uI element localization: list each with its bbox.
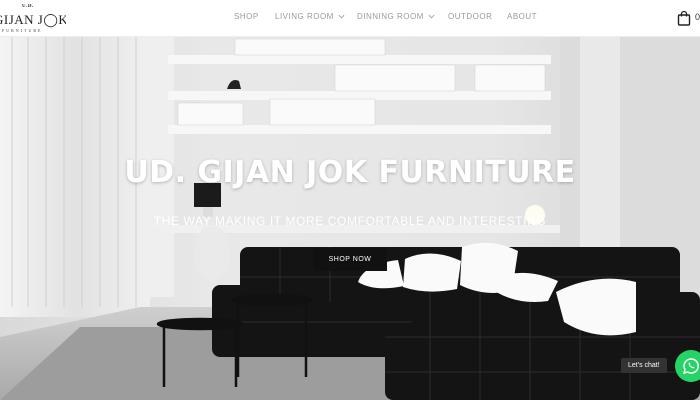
logo-prefix: U.D. [22,4,34,9]
chevron-down-icon [428,14,435,19]
nav-dinning-room[interactable]: DINNING ROOM [357,12,435,21]
chat-label[interactable]: Let's chat! [621,358,667,373]
chevron-down-icon [338,14,345,19]
nav-shop-label: SHOP [234,12,259,21]
site-logo[interactable]: U.D. GIJAN J◯K FURNITURE [0,4,66,34]
site-header: U.D. GIJAN J◯K FURNITURE SHOP LIVING ROO… [0,0,700,37]
hero-subtitle: THE WAY MAKING IT MORE COMFORTABLE AND I… [153,214,547,228]
shop-now-button[interactable]: SHOP NOW [313,248,387,271]
nav-about[interactable]: ABOUT [507,12,537,21]
whatsapp-icon [682,358,699,375]
shopping-bag-icon[interactable] [677,10,691,26]
nav-outdoor-label: OUTDOOR [448,12,493,21]
whatsapp-chat-button[interactable] [675,350,700,382]
nav-about-label: ABOUT [507,12,538,21]
nav-outdoor[interactable]: OUTDOOR [448,12,492,21]
nav-dinning-room-label: DINNING ROOM [357,12,424,21]
nav-living-room-label: LIVING ROOM [275,12,334,21]
cart-count: 0 [695,12,700,22]
hero-banner: UD. GIJAN JOK FURNITURE THE WAY MAKING I… [0,37,700,400]
nav-living-room[interactable]: LIVING ROOM [275,12,345,21]
logo-tagline: FURNITURE [2,28,43,33]
nav-shop[interactable]: SHOP [234,12,259,21]
logo-name: GIJAN J◯K [0,12,66,27]
hero-title: UD. GIJAN JOK FURNITURE [124,155,576,190]
